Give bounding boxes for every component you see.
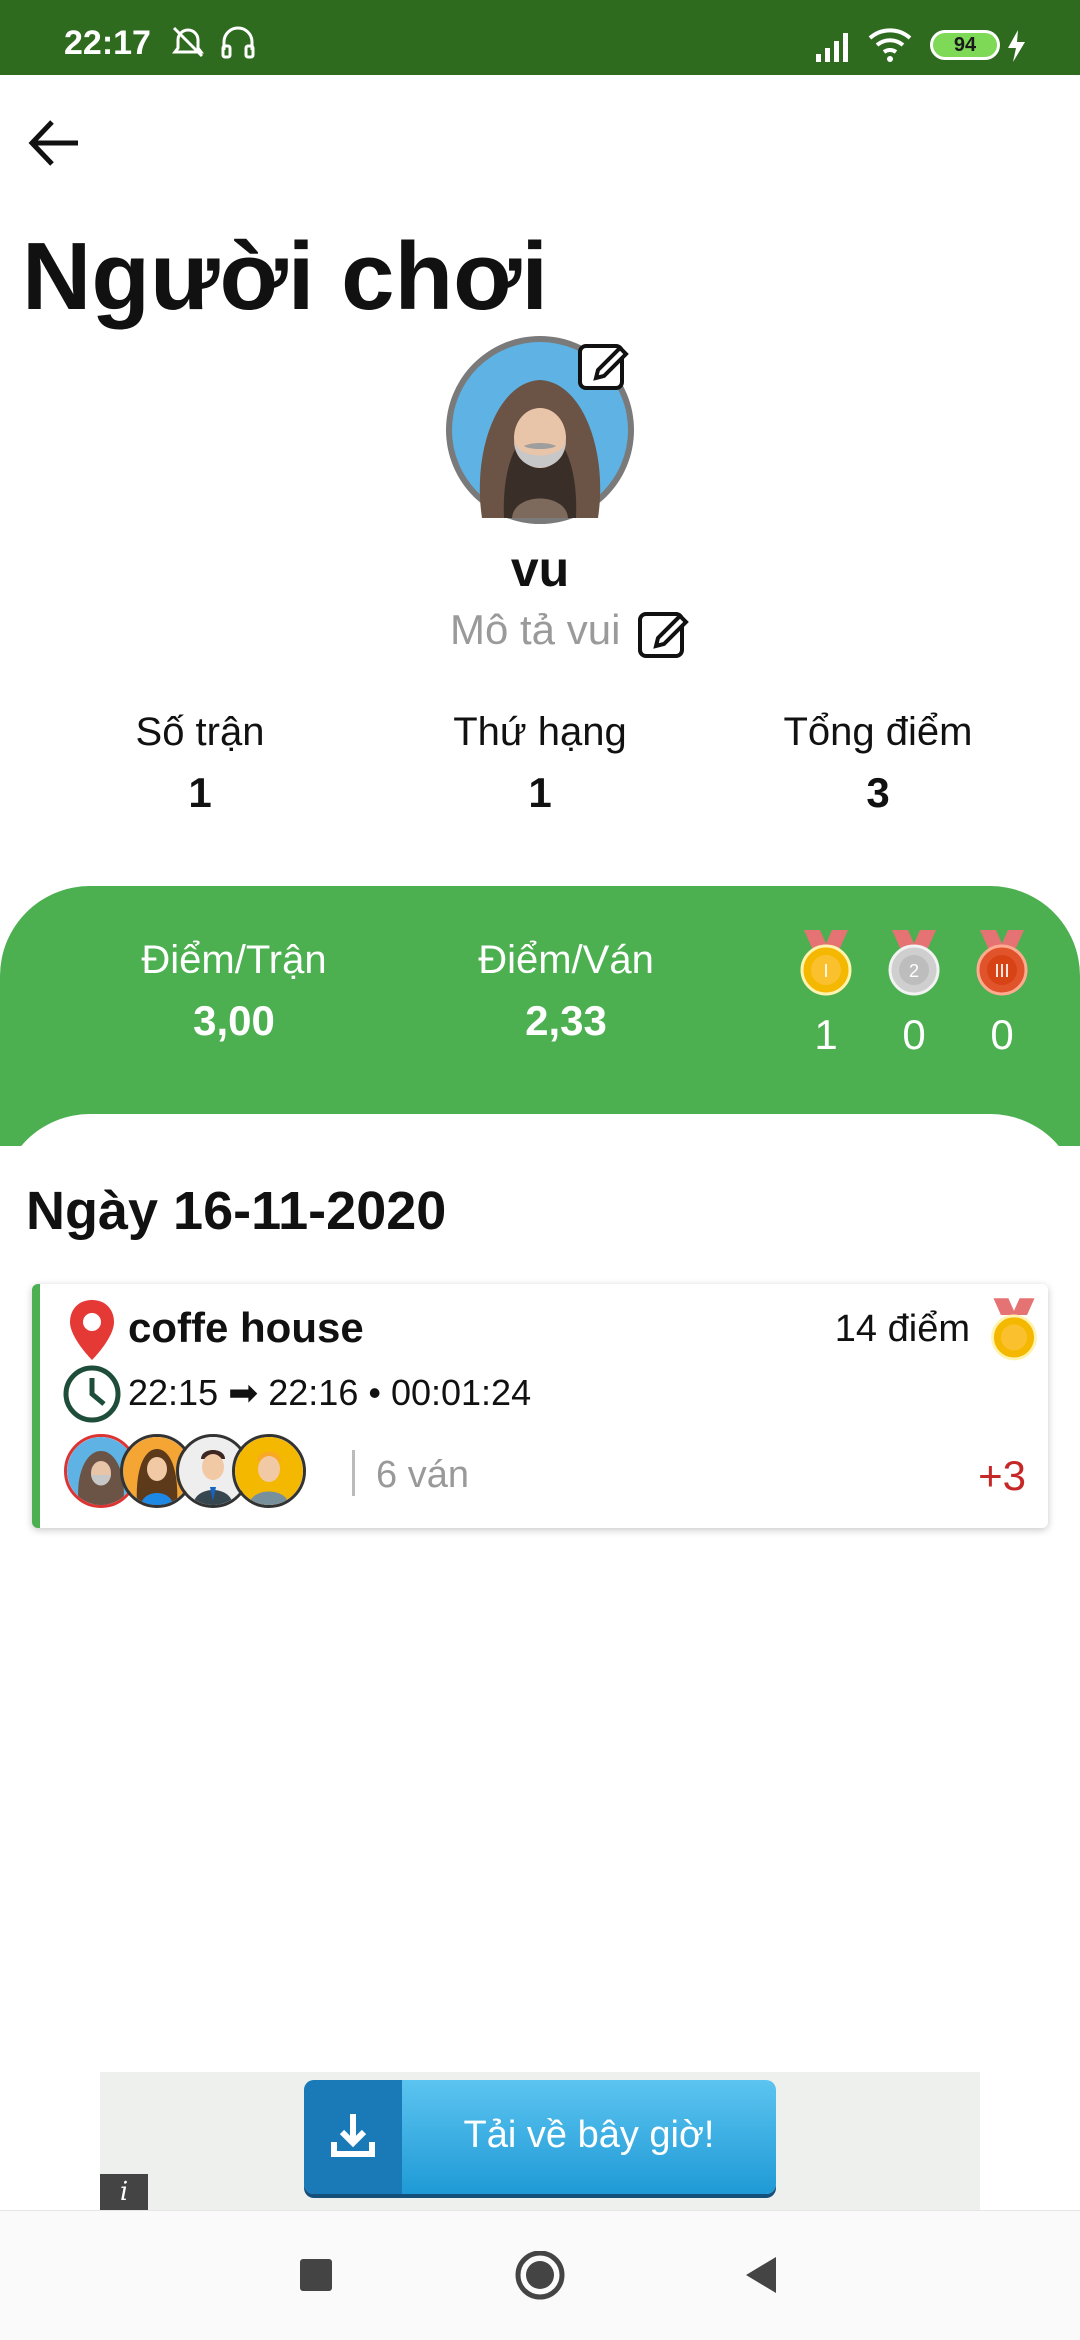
- svg-text:III: III: [994, 961, 1009, 981]
- stat-value: 1: [188, 769, 212, 816]
- player-name: vu: [510, 541, 570, 597]
- recents-button[interactable]: [296, 2251, 336, 2301]
- points-per-round-value: 2,33: [525, 997, 607, 1044]
- player-avatars: [64, 1434, 324, 1508]
- ad-label: Tải về bây giờ!: [463, 2114, 715, 2156]
- edit-description-icon[interactable]: [636, 604, 692, 660]
- bronze-count: 0: [990, 1011, 1014, 1058]
- signal-icon: [816, 33, 848, 62]
- date-heading: Ngày 16-11-2020: [26, 1181, 447, 1241]
- charging-icon: [1008, 30, 1025, 62]
- stat-value: 3: [866, 769, 890, 816]
- ad-info-icon[interactable]: i: [100, 2174, 148, 2210]
- stat-value: 1: [528, 769, 552, 816]
- points-per-match: Điểm/Trận 3,00: [84, 938, 384, 1045]
- gold-count: 1: [814, 1011, 838, 1058]
- match-time-range: 22:15 ➡ 22:16 • 00:01:24: [128, 1372, 532, 1413]
- download-icon: [304, 2080, 402, 2194]
- stat-label: Số trận: [135, 710, 265, 754]
- silver-medal: 2 0: [884, 928, 944, 1059]
- location-name: coffe house: [128, 1304, 364, 1351]
- wifi-icon: [868, 28, 912, 62]
- stat-matches: Số trận 1: [30, 710, 370, 817]
- navigation-bar: [0, 2210, 1080, 2340]
- points-per-round-label: Điểm/Ván: [478, 938, 654, 982]
- match-history: Ngày 16-11-2020 coffe house 14 điểm 22:1…: [0, 1114, 1080, 2070]
- home-button[interactable]: [512, 2251, 568, 2301]
- ad-download-button[interactable]: Tải về bây giờ!: [304, 2080, 776, 2194]
- alarm-off-icon: [172, 26, 204, 58]
- svg-text:2: 2: [909, 961, 919, 981]
- status-bar: 22:17 94: [0, 0, 1080, 75]
- divider: [352, 1450, 355, 1496]
- bronze-medal-icon: III: [976, 930, 1028, 996]
- silver-medal-icon: 2: [888, 930, 940, 996]
- stat-label: Tổng điểm: [783, 710, 973, 754]
- points-per-round: Điểm/Ván 2,33: [416, 938, 716, 1045]
- page-title: Người chơi: [22, 223, 549, 330]
- avatar: [232, 1434, 306, 1508]
- gold-medal: I 1: [796, 928, 856, 1059]
- back-arrow-icon[interactable]: [22, 110, 88, 176]
- stat-label: Thứ hạng: [453, 710, 627, 754]
- svg-text:I: I: [823, 961, 828, 981]
- stat-total-points: Tổng điểm 3: [708, 710, 1048, 817]
- ad-banner[interactable]: Tải về bây giờ! i: [100, 2072, 980, 2210]
- bronze-medal: III 0: [972, 928, 1032, 1059]
- status-time: 22:17: [64, 24, 151, 62]
- stat-rank: Thứ hạng 1: [370, 710, 710, 817]
- battery-icon: 94: [930, 30, 1000, 60]
- silver-count: 0: [902, 1011, 926, 1058]
- match-points: 14 điểm: [834, 1308, 970, 1350]
- match-rounds: 6 ván: [376, 1454, 469, 1496]
- gold-medal-icon: I: [800, 930, 852, 996]
- back-button[interactable]: [740, 2251, 784, 2301]
- match-card[interactable]: coffe house 14 điểm 22:15 ➡ 22:16 • 00:0…: [32, 1284, 1048, 1528]
- gold-medal-icon: [991, 1298, 1037, 1361]
- headphones-icon: [221, 26, 255, 59]
- player-description: Mô tả vui: [450, 606, 621, 653]
- points-per-match-value: 3,00: [193, 997, 275, 1044]
- location-pin-icon: [70, 1300, 114, 1360]
- summary-panel: Điểm/Trận 3,00 Điểm/Ván 2,33 I 1 2 0 III…: [0, 886, 1080, 1146]
- points-per-match-label: Điểm/Trận: [141, 938, 327, 982]
- score-delta: +3: [978, 1452, 1026, 1499]
- clock-icon: [63, 1365, 121, 1423]
- edit-avatar-icon[interactable]: [576, 336, 632, 392]
